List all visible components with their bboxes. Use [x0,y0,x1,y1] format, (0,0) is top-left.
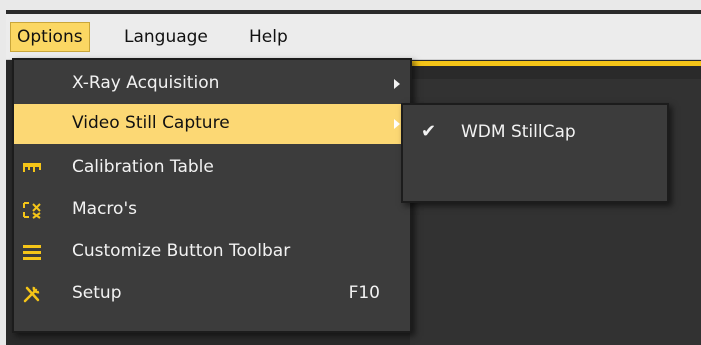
menu-item-setup[interactable]: Setup F10 [14,274,410,314]
submenu-arrow-icon [394,79,400,89]
menu-item-video-still-capture[interactable]: Video Still Capture [14,104,410,144]
menu-item-xray-acquisition[interactable]: X-Ray Acquisition [14,64,410,104]
menu-help[interactable]: Help [243,22,294,52]
menu-item-macros[interactable]: Macro's [14,190,410,230]
menu-options[interactable]: Options [10,22,90,52]
screen: Options Language Help X-Ray Acquisition … [0,0,701,345]
accent-bar [407,61,701,66]
tools-icon [22,284,42,304]
menu-item-label: Calibration Table [72,157,214,177]
options-dropdown: X-Ray Acquisition Video Still Capture Ca… [12,58,412,333]
ruler-icon [22,158,42,178]
menu-item-calibration-table[interactable]: Calibration Table [14,148,410,188]
submenu-arrow-icon [394,119,400,129]
shortcut-label: F10 [348,283,380,303]
video-still-capture-submenu: ✔ WDM StillCap [401,103,669,203]
macro-icon [22,200,42,220]
submenu-item-wdm-stillcap[interactable]: ✔ WDM StillCap [403,113,667,153]
hamburger-icon [22,242,42,262]
menu-language[interactable]: Language [118,22,214,52]
menu-item-label: Macro's [72,199,137,219]
menu-item-label: Customize Button Toolbar [72,241,291,261]
menu-item-customize-button-toolbar[interactable]: Customize Button Toolbar [14,232,410,272]
menu-item-label: X-Ray Acquisition [72,73,220,93]
submenu-item-label: WDM StillCap [461,122,576,142]
menu-item-label: Setup [72,283,122,303]
menu-bar: Options Language Help [6,14,701,60]
check-icon: ✔ [421,121,437,142]
menu-item-label: Video Still Capture [72,113,230,133]
